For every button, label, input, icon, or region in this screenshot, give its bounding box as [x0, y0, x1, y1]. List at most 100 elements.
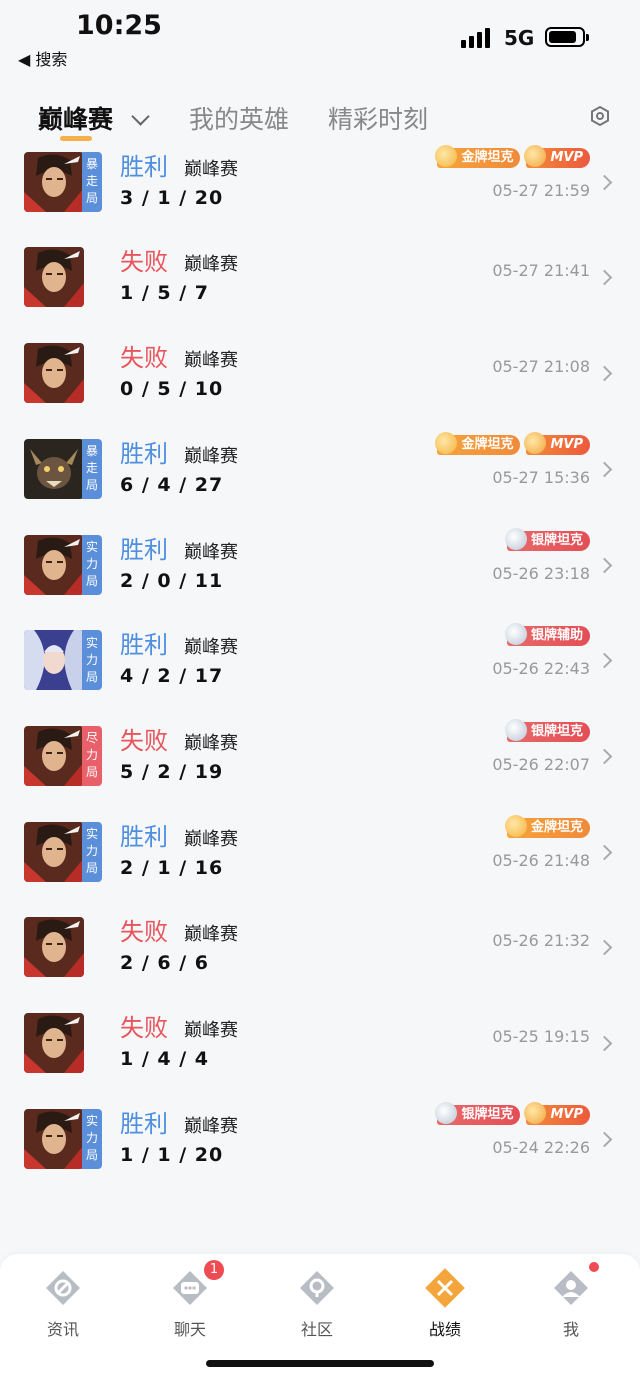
- chevron-right-icon[interactable]: [596, 940, 613, 956]
- chevron-down-icon[interactable]: [131, 107, 150, 126]
- network-type: 5G: [504, 26, 535, 50]
- chevron-right-icon[interactable]: [596, 270, 613, 286]
- match-mode: 巅峰赛: [184, 1115, 238, 1137]
- chevron-right-icon[interactable]: [596, 365, 613, 382]
- match-list[interactable]: 局7 / 3 / 605-28 16:31暴走局胜利巅峰赛3 / 1 / 200…: [0, 106, 640, 1256]
- nav-news-label: 资讯: [46, 1320, 79, 1339]
- kda-score: 1 / 1 / 20: [120, 1143, 224, 1166]
- match-quality-tag: 实力局: [82, 1108, 102, 1169]
- status-bar: 10:25 ◀ 搜索 5G: [0, 0, 640, 80]
- chevron-right-icon[interactable]: [596, 461, 613, 478]
- medal-icon: [504, 814, 527, 837]
- match-quality-tag-char: 实: [85, 827, 98, 842]
- tab-highlights[interactable]: 精彩时刻: [328, 100, 428, 136]
- badge-label: 银牌坦克: [530, 723, 583, 739]
- match-quality-tag: 暴走局: [82, 151, 102, 212]
- badge-label: MVP: [550, 149, 583, 165]
- mvp-badge: MVP: [524, 1101, 590, 1125]
- nav-community-label: 社区: [300, 1320, 333, 1339]
- match-result: 失败: [120, 248, 168, 277]
- chevron-right-icon[interactable]: [596, 844, 613, 860]
- hero-avatar: [24, 1108, 84, 1169]
- chevron-right-icon[interactable]: [596, 652, 613, 669]
- match-row[interactable]: 实力局胜利 巅峰赛 4 / 2 / 17 05-26 22:43 银牌辅助: [0, 613, 640, 709]
- hero-avatar: [24, 821, 84, 882]
- honor-badge: 银牌辅助: [504, 623, 590, 647]
- match-time: 05-26 22:07: [492, 754, 590, 774]
- match-quality-tag-char: 暴: [85, 444, 98, 459]
- medal-icon: [524, 431, 547, 454]
- match-mode: 巅峰赛: [184, 637, 238, 659]
- match-mode: 巅峰赛: [184, 350, 238, 372]
- record-icon: [425, 1268, 465, 1308]
- kda-score: 0 / 5 / 10: [120, 378, 224, 401]
- mvp-badge: MVP: [524, 144, 590, 168]
- match-row[interactable]: 失败 巅峰赛 1 / 4 / 4 05-25 19:15: [0, 996, 640, 1092]
- medal-icon: [504, 623, 527, 646]
- match-mode: 巅峰赛: [184, 1020, 238, 1041]
- honor-badge: 银牌坦克: [504, 718, 590, 742]
- match-row[interactable]: 失败 巅峰赛 2 / 6 / 6 05-26 21:32: [0, 900, 640, 996]
- nav-me-label: 我: [562, 1320, 579, 1339]
- medal-icon: [524, 1101, 547, 1124]
- nav-news[interactable]: 资讯: [18, 1268, 108, 1340]
- match-quality-tag-char: 实: [85, 1114, 98, 1129]
- chevron-right-icon[interactable]: [596, 174, 613, 190]
- match-result: 胜利: [120, 822, 168, 851]
- honor-badges: 银牌坦克 MVP: [435, 1101, 590, 1125]
- match-result: 胜利: [120, 1109, 168, 1138]
- back-to-search-link[interactable]: ◀ 搜索: [18, 46, 67, 70]
- match-quality-tag-char: 力: [85, 652, 98, 667]
- honor-badge: 银牌坦克: [435, 1101, 521, 1125]
- kda-score: 2 / 0 / 11: [120, 569, 224, 592]
- match-row[interactable]: 尽力局失败 巅峰赛 5 / 2 / 19 05-26 22:07 银牌坦克: [0, 709, 640, 805]
- settings-icon[interactable]: [590, 106, 610, 126]
- chevron-right-icon[interactable]: [596, 748, 613, 765]
- match-time: 05-24 22:26: [492, 1137, 590, 1157]
- match-row[interactable]: 实力局胜利 巅峰赛 2 / 1 / 16 05-26 21:48 金牌坦克: [0, 805, 640, 901]
- match-row[interactable]: 实力局胜利 巅峰赛 2 / 0 / 11 05-26 23:18 银牌坦克: [0, 518, 640, 614]
- honor-badges: 金牌坦克 MVP: [435, 144, 590, 168]
- nav-chat[interactable]: 1 聊天: [145, 1260, 235, 1340]
- chevron-right-icon[interactable]: [596, 1035, 613, 1052]
- honor-badges: 银牌辅助: [504, 623, 590, 647]
- match-time: 05-27 21:59: [492, 180, 590, 200]
- active-tab-indicator: [60, 136, 92, 141]
- nav-records-label: 战绩: [428, 1320, 461, 1339]
- chevron-right-icon[interactable]: [596, 1131, 613, 1147]
- honor-badges: 金牌坦克: [504, 814, 590, 838]
- match-result: 胜利: [120, 535, 168, 564]
- medal-icon: [435, 1101, 458, 1124]
- match-quality-tag-char: 局: [85, 861, 98, 876]
- chevron-right-icon[interactable]: [596, 557, 613, 573]
- honor-badges: 金牌坦克 MVP: [435, 431, 590, 455]
- match-row[interactable]: 实力局胜利 巅峰赛 1 / 1 / 20 05-24 22:26 银牌坦克 MVP: [0, 1092, 640, 1188]
- nav-community[interactable]: 社区: [272, 1268, 362, 1340]
- tab-my-heroes[interactable]: 我的英雄: [189, 100, 289, 136]
- nav-chat-label: 聊天: [173, 1320, 206, 1339]
- match-time: 05-26 23:18: [492, 563, 590, 583]
- tab-peak-match[interactable]: 巅峰赛: [38, 100, 113, 136]
- honor-badge: 金牌坦克: [435, 431, 521, 455]
- signal-icon: [461, 28, 490, 48]
- match-row[interactable]: 失败 巅峰赛 0 / 5 / 10 05-27 21:08: [0, 326, 640, 422]
- match-quality-tag-char: 力: [85, 557, 98, 571]
- match-row[interactable]: 失败 巅峰赛 1 / 5 / 7 05-27 21:41: [0, 230, 640, 326]
- match-row[interactable]: 暴走局胜利 巅峰赛 3 / 1 / 20 05-27 21:59 金牌坦克 MVP: [0, 135, 640, 231]
- profile-icon: [551, 1262, 599, 1308]
- kda-score: 6 / 4 / 27: [120, 473, 224, 496]
- nav-records[interactable]: 战绩: [400, 1268, 490, 1340]
- match-result: 失败: [120, 1014, 168, 1042]
- hero-avatar: [24, 725, 84, 786]
- nav-me[interactable]: 我: [526, 1262, 616, 1340]
- match-time: 05-25 19:15: [492, 1027, 590, 1046]
- hero-avatar: [24, 151, 84, 212]
- chat-icon: 1: [170, 1260, 224, 1308]
- news-icon: [43, 1268, 83, 1308]
- match-row[interactable]: 暴走局胜利 巅峰赛 6 / 4 / 27 05-27 15:36 金牌坦克 MVP: [0, 422, 640, 518]
- match-quality-tag-char: 局: [85, 765, 98, 780]
- match-quality-tag: 尽力局: [82, 725, 102, 786]
- match-time: 05-26 22:43: [492, 659, 590, 679]
- match-quality-tag-char: 局: [85, 478, 98, 493]
- clock: 10:25: [76, 10, 162, 41]
